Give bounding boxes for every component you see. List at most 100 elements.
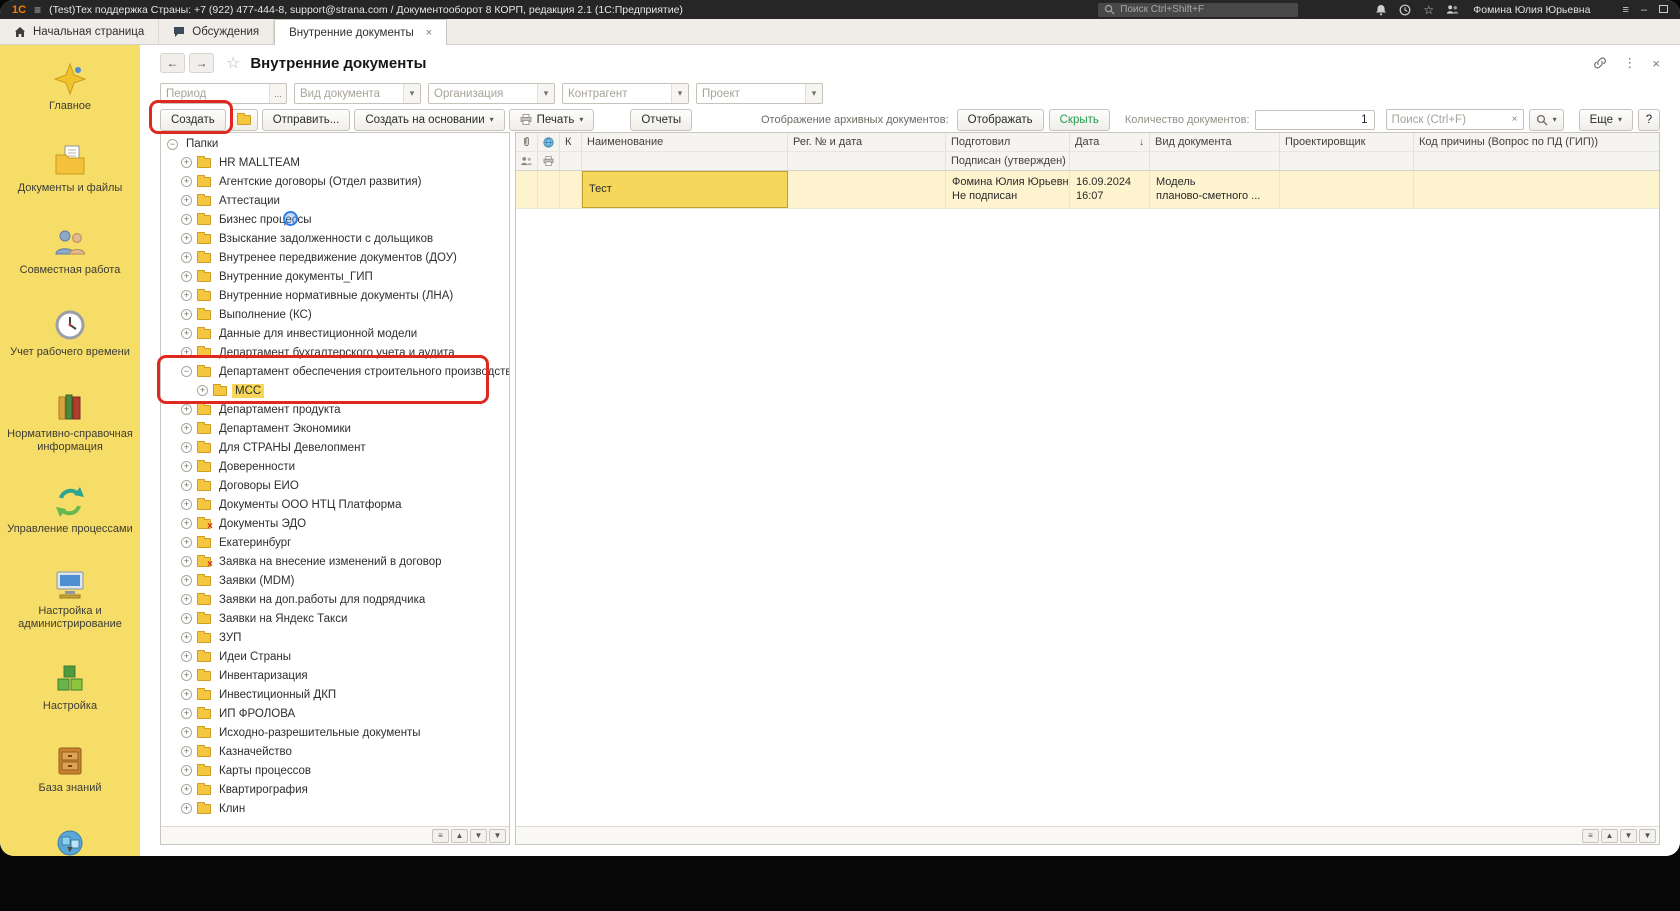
tree-folder-item[interactable]: + Казначейство: [161, 742, 509, 761]
column-header-name[interactable]: Наименование: [582, 133, 788, 152]
expander-icon[interactable]: +: [181, 480, 192, 491]
tree-folder-item[interactable]: + МСС: [161, 381, 509, 400]
tab-internal-documents[interactable]: Внутренние документы ×: [274, 19, 448, 45]
expander-icon[interactable]: +: [181, 670, 192, 681]
column-header-printed[interactable]: [538, 152, 560, 171]
service-menu-icon[interactable]: ≡: [1622, 4, 1628, 15]
tree-folder-item[interactable]: + Взыскание задолженности с дольщиков: [161, 229, 509, 248]
expander-icon[interactable]: +: [181, 518, 192, 529]
sidebar-item-knowledge-base[interactable]: База знаний: [4, 743, 136, 795]
sidebar-item-documents[interactable]: Документы и файлы: [4, 143, 136, 195]
print-button[interactable]: Печать ▾: [508, 108, 595, 131]
create-button[interactable]: Создать: [160, 108, 226, 131]
back-button[interactable]: ←: [160, 53, 185, 73]
expander-icon[interactable]: +: [181, 461, 192, 472]
tree-folder-item[interactable]: + Заявка на внесение изменений в договор: [161, 552, 509, 571]
expander-icon[interactable]: +: [181, 271, 192, 282]
create-based-on-button[interactable]: Создать на основании ▾: [354, 108, 505, 131]
period-input[interactable]: [161, 84, 269, 103]
panel-nav-button[interactable]: ▲: [451, 828, 468, 843]
tree-folder-item[interactable]: + Внутренние нормативные документы (ЛНА): [161, 286, 509, 305]
expander-icon[interactable]: +: [181, 309, 192, 320]
tree-folder-item[interactable]: − Департамент обеспечения строительного …: [161, 362, 509, 381]
clear-search-button[interactable]: ×: [1507, 110, 1523, 129]
expander-icon[interactable]: +: [181, 632, 192, 643]
expander-icon[interactable]: +: [181, 689, 192, 700]
tree-folder-item[interactable]: + Инвентаризация: [161, 666, 509, 685]
doc-kind-dropdown-button[interactable]: ▾: [403, 84, 420, 103]
show-archived-button[interactable]: Отображать: [956, 108, 1044, 131]
expander-icon[interactable]: +: [181, 233, 192, 244]
expander-icon[interactable]: +: [181, 556, 192, 567]
tree-folder-item[interactable]: + Данные для инвестиционной модели: [161, 324, 509, 343]
expander-icon[interactable]: +: [181, 157, 192, 168]
expander-icon[interactable]: +: [181, 803, 192, 814]
tree-folder-item[interactable]: + Документы ООО НТЦ Платформа: [161, 495, 509, 514]
favorites-icon[interactable]: ☆: [1422, 3, 1435, 17]
sidebar-item-process-management[interactable]: Управление процессами: [4, 484, 136, 536]
expander-icon[interactable]: +: [181, 499, 192, 510]
expander-icon[interactable]: +: [181, 613, 192, 624]
tree-folder-item[interactable]: + Заявки (MDM): [161, 571, 509, 590]
sidebar-item-administration[interactable]: Настройка и администрирование: [4, 566, 136, 631]
panel-nav-button[interactable]: ▼: [1639, 828, 1656, 843]
tree-folder-item[interactable]: + Заявки на Яндекс Такси: [161, 609, 509, 628]
expander-icon[interactable]: +: [181, 594, 192, 605]
organization-input[interactable]: [429, 84, 537, 103]
expander-icon[interactable]: +: [181, 708, 192, 719]
column-header-prepared[interactable]: Подготовил: [946, 133, 1070, 152]
tree-folder-item[interactable]: + Внутренее передвижение документов (ДОУ…: [161, 248, 509, 267]
tree-folder-item[interactable]: + Екатеринбург: [161, 533, 509, 552]
tree-folder-item[interactable]: + Исходно-разрешительные документы: [161, 723, 509, 742]
favorite-star-icon[interactable]: ☆: [226, 53, 240, 73]
table-search-input[interactable]: [1386, 110, 1507, 129]
tree-folder-item[interactable]: + HR MALLTEAM: [161, 153, 509, 172]
expander-icon[interactable]: +: [181, 404, 192, 415]
more-button[interactable]: Еще ▾: [1578, 108, 1633, 131]
column-header-k[interactable]: К: [560, 133, 582, 152]
create-folder-button[interactable]: [229, 108, 258, 131]
tree-folder-item[interactable]: + Инвестиционный ДКП: [161, 685, 509, 704]
tree-folder-item[interactable]: + Квартирография: [161, 780, 509, 799]
column-header-designer[interactable]: Проектировщик: [1280, 133, 1414, 152]
tree-folder-item[interactable]: + Выполнение (КС): [161, 305, 509, 324]
tree-folder-item[interactable]: + Клин: [161, 799, 509, 818]
notifications-icon[interactable]: [1374, 3, 1387, 16]
more-menu-icon[interactable]: ⋮: [1623, 55, 1636, 71]
column-header-reg[interactable]: Рег. № и дата: [788, 133, 946, 152]
search-settings-button[interactable]: ▾: [1528, 108, 1564, 131]
maximize-button[interactable]: [1659, 4, 1668, 15]
tree-folder-item[interactable]: + Документы ЭДО: [161, 514, 509, 533]
panel-nav-button[interactable]: ▲: [1601, 828, 1618, 843]
help-button[interactable]: ?: [1638, 108, 1660, 131]
expander-icon[interactable]: −: [181, 366, 192, 377]
tree-folder-item[interactable]: + Внутренние документы_ГИП: [161, 267, 509, 286]
column-header-web[interactable]: [538, 133, 560, 152]
tree-folder-item[interactable]: + Карты процессов: [161, 761, 509, 780]
period-select-button[interactable]: ...: [269, 84, 286, 103]
expander-icon[interactable]: +: [181, 765, 192, 776]
expander-icon[interactable]: +: [181, 746, 192, 757]
project-dropdown-button[interactable]: ▾: [805, 84, 822, 103]
counterparty-input[interactable]: [563, 84, 671, 103]
expander-icon[interactable]: +: [181, 651, 192, 662]
panel-nav-button[interactable]: ▼: [1620, 828, 1637, 843]
column-header-date[interactable]: Дата ↓: [1070, 133, 1150, 152]
tree-folder-item[interactable]: + Департамент бухгалтерского учета и ауд…: [161, 343, 509, 362]
panel-nav-button[interactable]: ≡: [1582, 828, 1599, 843]
sidebar-item-settings[interactable]: Настройка: [4, 661, 136, 713]
tab-close-icon[interactable]: ×: [426, 27, 432, 39]
main-menu-icon[interactable]: ≡: [34, 3, 41, 17]
tree-folder-item[interactable]: + Доверенности: [161, 457, 509, 476]
column-header-signed[interactable]: Подписан (утвержден): [946, 152, 1070, 171]
send-button[interactable]: Отправить...: [261, 108, 351, 131]
project-input[interactable]: [697, 84, 805, 103]
sidebar-item-reference-info[interactable]: Нормативно-справочная информация: [4, 389, 136, 454]
reports-button[interactable]: Отчеты: [630, 108, 693, 131]
history-icon[interactable]: [1398, 3, 1411, 16]
minimize-button[interactable]: –: [1641, 4, 1647, 15]
expander-icon[interactable]: −: [167, 138, 178, 150]
contacts-icon[interactable]: [1446, 3, 1459, 16]
panel-nav-button[interactable]: ≡: [432, 828, 449, 843]
user-menu[interactable]: Фомина Юлия Юрьевна: [1473, 4, 1590, 16]
